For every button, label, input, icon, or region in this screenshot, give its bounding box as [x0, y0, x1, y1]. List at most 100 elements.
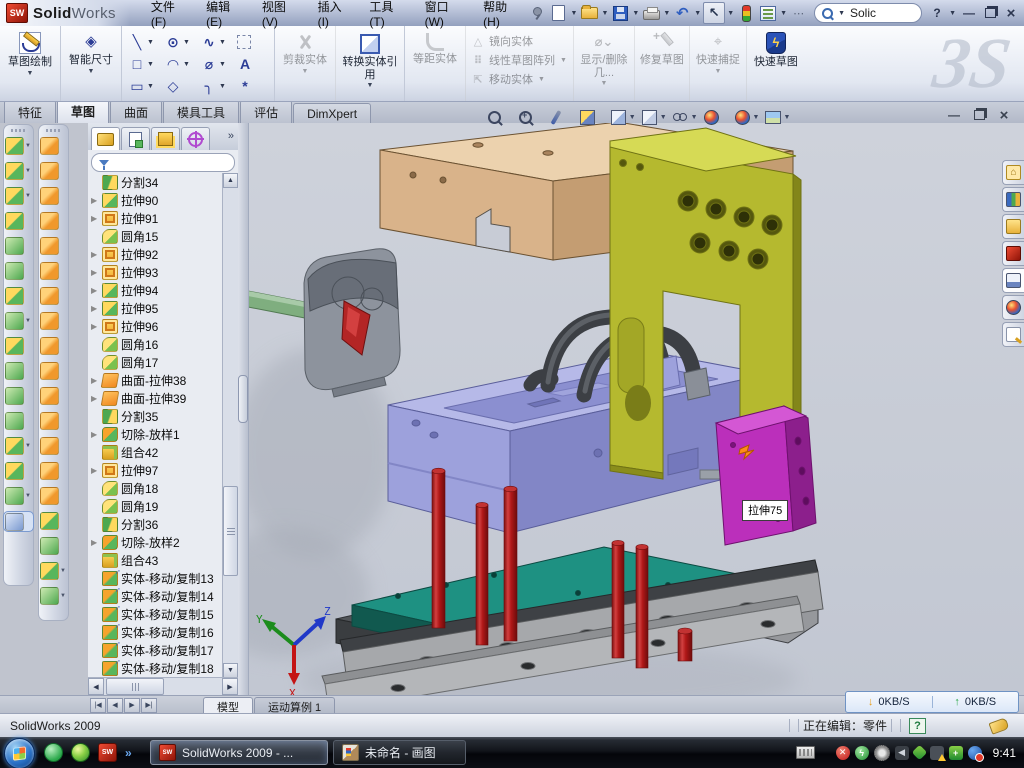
- feature-tree-item[interactable]: ▶ 拉伸96: [88, 317, 223, 335]
- sketch-entity-caret[interactable]: ▼: [219, 61, 226, 68]
- view-tool-caret[interactable]: ▼: [629, 114, 636, 121]
- features-toolbar-button[interactable]: ▼: [5, 312, 32, 329]
- doc-tab[interactable]: 模型: [203, 697, 253, 714]
- fm-tabs-overflow[interactable]: »: [228, 130, 234, 142]
- undo-button[interactable]: ↶: [672, 3, 692, 23]
- print-button[interactable]: [641, 3, 661, 23]
- menu-item[interactable]: 编辑(E): [195, 0, 251, 33]
- surfaces-toolbar-button[interactable]: ▼: [40, 187, 67, 204]
- features-toolbar-button[interactable]: ▼: [5, 237, 32, 254]
- surfaces-toolbar-button[interactable]: ▼: [40, 387, 67, 404]
- feature-tree-item[interactable]: ▶ 拉伸93: [88, 263, 223, 281]
- featuremanager-tab[interactable]: [91, 127, 120, 150]
- safety-ball-icon[interactable]: [71, 743, 90, 762]
- task-pane-tab[interactable]: [1002, 322, 1024, 347]
- tray-icon[interactable]: ✕: [836, 746, 850, 760]
- sketch-entity-button[interactable]: ╲ ▼: [127, 31, 161, 53]
- doc-minimize-button[interactable]: —: [946, 108, 962, 122]
- task-pane-tab[interactable]: ⌂: [1002, 160, 1024, 185]
- task-pane-tab[interactable]: [1002, 268, 1024, 293]
- featuremanager-tab[interactable]: [181, 127, 210, 150]
- feature-tree-item[interactable]: ▶ 拉伸94: [88, 281, 223, 299]
- search-input[interactable]: Solic: [850, 6, 876, 20]
- feature-tree-item[interactable]: ▶ 拉伸95: [88, 299, 223, 317]
- view-tool-button[interactable]: [703, 109, 720, 126]
- menu-item[interactable]: 插入(I): [307, 0, 359, 33]
- expand-arrow-icon[interactable]: ▶: [91, 430, 99, 439]
- surfaces-tool-caret[interactable]: ▼: [60, 568, 66, 574]
- feature-tree-item[interactable]: ▶ 分割35: [88, 407, 223, 425]
- view-tool-button[interactable]: [548, 109, 565, 126]
- features-toolbar-button[interactable]: ▼: [5, 137, 32, 154]
- next-tab-button[interactable]: ▶: [124, 698, 140, 713]
- restore-button[interactable]: [981, 5, 999, 21]
- help-button[interactable]: ?: [927, 3, 947, 23]
- prev-tab-button[interactable]: ◀: [107, 698, 123, 713]
- feature-tree-item[interactable]: ▶ 圆角18: [88, 479, 223, 497]
- horizontal-scroll-thumb[interactable]: [106, 678, 164, 695]
- feature-tree-item[interactable]: ▶ 拉伸97: [88, 461, 223, 479]
- options-caret[interactable]: ▼: [780, 10, 787, 17]
- expand-arrow-icon[interactable]: ▶: [91, 466, 99, 475]
- view-tool-button[interactable]: [517, 109, 534, 126]
- select-caret[interactable]: ▼: [727, 10, 734, 17]
- tray-icon[interactable]: [968, 746, 982, 760]
- features-toolbar-button[interactable]: ▼: [5, 187, 32, 204]
- features-toolbar-button[interactable]: ▼: [5, 362, 32, 379]
- feature-tree-item[interactable]: ▶ 圆角17: [88, 353, 223, 371]
- panel-splitter[interactable]: [238, 123, 249, 695]
- search-box[interactable]: ▼ Solic: [814, 3, 922, 23]
- new-file-caret[interactable]: ▼: [571, 10, 578, 17]
- feature-tree-item[interactable]: ▶ 拉伸91: [88, 209, 223, 227]
- feature-tree-item[interactable]: ▶ 实体-移动/复制17: [88, 641, 223, 659]
- view-tool-button[interactable]: [486, 109, 503, 126]
- expand-arrow-icon[interactable]: ▶: [91, 538, 99, 547]
- features-tool-caret[interactable]: ▼: [25, 193, 31, 199]
- feature-tree-item[interactable]: ▶ 组合43: [88, 551, 223, 569]
- close-button[interactable]: ×: [1002, 5, 1020, 21]
- messenger-icon[interactable]: [44, 743, 63, 762]
- tray-icon[interactable]: [930, 746, 944, 760]
- feature-tree-item[interactable]: ▶ 实体-移动/复制15: [88, 605, 223, 623]
- features-toolbar-button[interactable]: ▼: [5, 262, 32, 279]
- search-caret[interactable]: ▼: [838, 10, 845, 17]
- taskbar-window-solidworks[interactable]: SW SolidWorks 2009 - ...: [150, 740, 328, 765]
- task-pane-tab[interactable]: [1002, 187, 1024, 212]
- commandmanager-tab[interactable]: DimXpert: [293, 103, 371, 123]
- feature-tree-item[interactable]: ▶ 曲面-拉伸38: [88, 371, 223, 389]
- expand-arrow-icon[interactable]: ▶: [91, 322, 99, 331]
- features-toolbar-button[interactable]: ▼: [5, 412, 32, 429]
- expand-arrow-icon[interactable]: ▶: [91, 286, 99, 295]
- features-tool-caret[interactable]: ▼: [25, 493, 31, 499]
- display-delete-relations-button[interactable]: ⌀⌄ 显示/删除几... ▼: [577, 29, 631, 88]
- smart-dimension-button[interactable]: ◈ 智能尺寸 ▼: [64, 29, 118, 76]
- feature-tree-item[interactable]: ▶ 组合42: [88, 443, 223, 461]
- view-tool-caret[interactable]: ▼: [691, 114, 698, 121]
- features-toolbar-button[interactable]: ▼: [5, 287, 32, 304]
- surfaces-toolbar-button[interactable]: ▼: [40, 587, 67, 604]
- view-tool-caret[interactable]: ▼: [660, 114, 667, 121]
- sketch-entity-caret[interactable]: ▼: [147, 61, 154, 68]
- features-toolbar-button[interactable]: ▼: [5, 387, 32, 404]
- surfaces-toolbar-button[interactable]: ▼: [40, 162, 67, 179]
- expand-arrow-icon[interactable]: ▶: [91, 214, 99, 223]
- feature-tree-item[interactable]: ▶ 切除-放样1: [88, 425, 223, 443]
- minimize-button[interactable]: —: [960, 5, 978, 21]
- features-toolbar-button[interactable]: ▼: [5, 437, 32, 454]
- surfaces-toolbar-button[interactable]: ▼: [40, 237, 67, 254]
- sketch-entity-button[interactable]: □ ▼: [127, 53, 161, 75]
- tray-icon[interactable]: [911, 745, 927, 761]
- sketch-tool-caret[interactable]: ▼: [538, 76, 545, 83]
- features-toolbar-button[interactable]: ▼: [4, 512, 33, 531]
- tag-icon[interactable]: [988, 717, 1009, 734]
- featuremanager-tab[interactable]: [151, 127, 180, 150]
- expand-arrow-icon[interactable]: ▶: [91, 394, 99, 403]
- surfaces-toolbar-button[interactable]: ▼: [40, 362, 67, 379]
- last-tab-button[interactable]: ▶|: [141, 698, 157, 713]
- surfaces-toolbar-button[interactable]: ▼: [40, 312, 67, 329]
- surfaces-toolbar-button[interactable]: ▼: [40, 287, 67, 304]
- sketch-tool-caret[interactable]: ▼: [560, 57, 567, 64]
- help-caret[interactable]: ▼: [949, 10, 956, 17]
- sketch-tool-row[interactable]: △ 镜向实体 ▼: [471, 33, 568, 49]
- model-canvas[interactable]: Y Z X: [248, 123, 1024, 695]
